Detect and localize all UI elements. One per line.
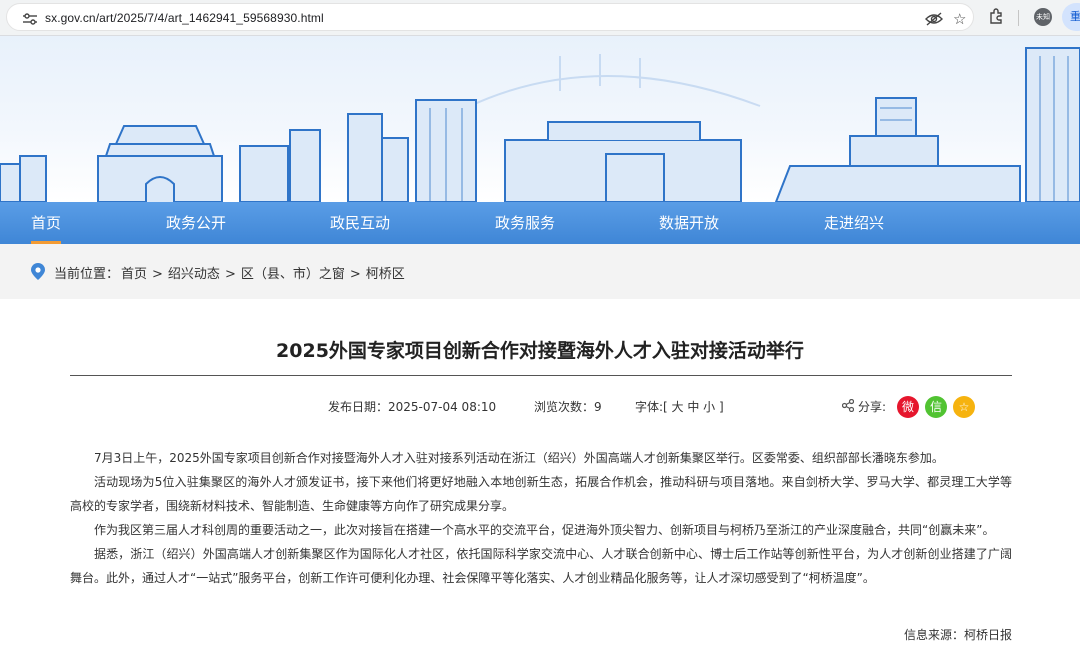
main-nav: 首页 政务公开 政民互动 政务服务 数据开放 走进绍兴 (0, 202, 1080, 244)
browser-toolbar: sx.gov.cn/art/2025/7/4/art_1462941_59568… (0, 0, 1080, 36)
qzone-glyph: ☆ (958, 400, 970, 414)
breadcrumb-news[interactable]: 绍兴动态 (168, 267, 220, 282)
site-info-icon[interactable] (23, 13, 37, 25)
paragraph: 据悉，浙江（绍兴）外国高端人才创新集聚区作为国际化人才社区，依托国际科学家交流中… (70, 547, 1012, 585)
share-wechat-icon[interactable]: 信 (925, 396, 947, 418)
location-pin-icon (31, 263, 45, 280)
breadcrumb-separator: > (349, 267, 361, 282)
font-size-control[interactable]: 字体:[ 大 中 小 ] (635, 398, 724, 415)
toolbar-divider (1018, 10, 1019, 26)
city-skyline-illustration (0, 47, 1080, 202)
view-count: 浏览次数：9 (534, 400, 602, 414)
address-bar[interactable]: sx.gov.cn/art/2025/7/4/art_1462941_59568… (6, 3, 974, 31)
title-divider (70, 375, 1012, 376)
article-body: 7月3日上午，2025外国专家项目创新合作对接暨海外人才入驻对接系列活动在浙江（… (70, 446, 1012, 590)
breadcrumb-districts[interactable]: 区（县、市）之窗 (241, 267, 345, 282)
share-weibo-icon[interactable]: 微 (897, 396, 919, 418)
nav-about-shaoxing[interactable]: 走进绍兴 (824, 202, 884, 244)
breadcrumb: 当前位置： 首页 > 绍兴动态 > 区（县、市）之窗 > 柯桥区 (0, 244, 1080, 299)
article-title: 2025外国专家项目创新合作对接暨海外人才入驻对接活动举行 (276, 340, 804, 362)
extensions-icon[interactable] (988, 8, 1004, 24)
article-source: 信息来源：柯桥日报 (903, 628, 1012, 642)
nav-government-affairs[interactable]: 政务公开 (166, 202, 226, 244)
share-qzone-icon[interactable]: ☆ (953, 396, 975, 418)
breadcrumb-home[interactable]: 首页 (121, 267, 147, 282)
breadcrumb-separator: > (224, 267, 236, 282)
eye-off-icon[interactable] (925, 12, 943, 26)
paragraph: 作为我区第三届人才科创周的重要活动之一，此次对接旨在搭建一个高水平的交流平台，促… (94, 523, 995, 537)
publish-date: 发布日期：2025-07-04 08:10 (328, 400, 497, 414)
breadcrumb-keqiao[interactable]: 柯桥区 (366, 267, 405, 282)
profile-avatar[interactable]: 未知 (1034, 8, 1052, 26)
nav-interaction[interactable]: 政民互动 (330, 202, 390, 244)
breadcrumb-separator: > (152, 267, 163, 282)
url-text[interactable]: sx.gov.cn/art/2025/7/4/art_1462941_59568… (45, 11, 324, 25)
share-label: 分享: (858, 400, 887, 414)
header-banner (0, 36, 1080, 202)
nav-open-data[interactable]: 数据开放 (659, 202, 719, 244)
nav-services[interactable]: 政务服务 (495, 202, 555, 244)
share-icon (842, 399, 854, 412)
paragraph: 活动现场为5位入驻集聚区的海外人才颁发证书，接下来他们将更好地融入本地创新生态，… (70, 475, 1012, 513)
bookmark-star-icon[interactable]: ☆ (953, 10, 966, 28)
nav-home[interactable]: 首页 (31, 202, 62, 244)
wechat-glyph: 信 (929, 400, 942, 414)
paragraph: 7月3日上午，2025外国专家项目创新合作对接暨海外人才入驻对接系列活动在浙江（… (94, 451, 944, 465)
profile-chip[interactable]: 重 (1062, 3, 1080, 31)
weibo-glyph: 微 (901, 400, 914, 414)
breadcrumb-label: 当前位置： (54, 267, 120, 282)
